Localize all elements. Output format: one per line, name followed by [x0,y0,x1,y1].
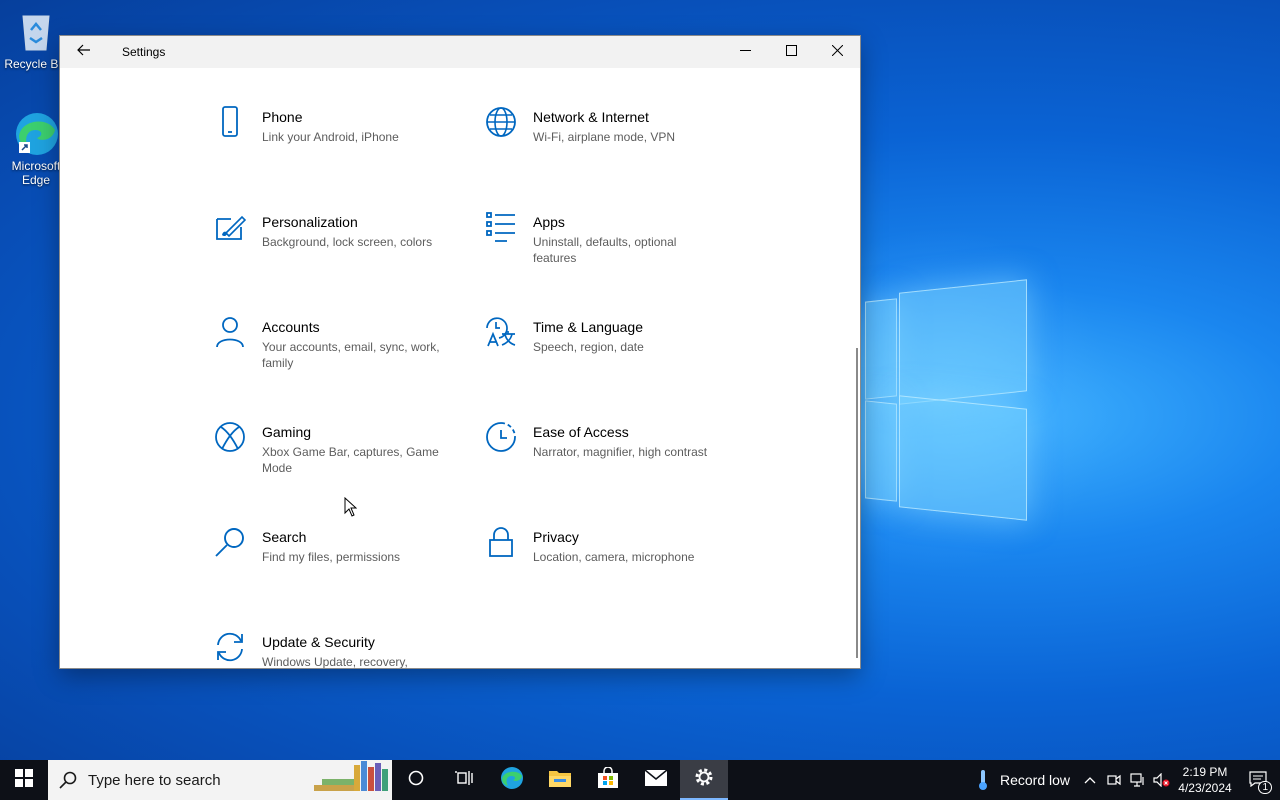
taskbar: Type here to search Record low 2:19 PM 4… [0,760,1280,800]
action-center-button[interactable]: 1 [1236,760,1280,800]
tile-gaming[interactable]: Gaming Xbox Game Bar, captures, Game Mod… [212,421,452,511]
tile-desc: Location, camera, microphone [533,550,695,564]
cortana-button[interactable] [392,760,440,800]
settings-window: Settings Phone Link your Android, iPhone [60,36,860,668]
edge-icon [500,766,524,795]
windows-start-icon [15,768,33,792]
system-tray: Record low 2:19 PM 4/23/2024 1 [968,760,1280,800]
phone-icon [212,106,248,142]
recycle-bin-icon [13,8,59,54]
close-button[interactable] [814,36,860,68]
tile-desc: Uninstall, defaults, optional features [533,235,677,265]
taskbar-mail[interactable] [632,760,680,800]
lock-icon [483,526,519,562]
xbox-icon [212,421,248,457]
tile-name: Phone [262,109,303,125]
tile-desc: Find my files, permissions [262,550,401,564]
tile-desc: Background, lock screen, colors [262,235,433,249]
tile-desc: Narrator, magnifier, high contrast [533,445,708,459]
edge-icon [13,110,59,156]
folder-icon [548,768,572,793]
window-title: Settings [122,45,166,59]
task-view-icon [455,770,473,791]
tile-personalization[interactable]: Personalization Background, lock screen,… [212,211,452,301]
tile-update-security[interactable]: Update & Security Windows Update, recove… [212,631,452,668]
task-view-button[interactable] [440,760,488,800]
minimize-icon [739,43,751,61]
taskbar-settings[interactable] [680,760,728,800]
volume-muted-icon[interactable] [1150,760,1174,800]
apps-list-icon [483,211,519,247]
tile-desc: Wi-Fi, airplane mode, VPN [533,130,676,144]
time-language-icon [483,316,519,352]
maximize-button[interactable] [768,36,814,68]
tile-privacy[interactable]: Privacy Location, camera, microphone [483,526,723,616]
clock-date: 4/23/2024 [1178,781,1232,795]
tile-name: Personalization [262,214,358,230]
tile-desc: Your accounts, email, sync, work, family [262,340,440,370]
tile-name: Gaming [262,424,312,440]
tile-name: Apps [533,214,565,230]
settings-content: Phone Link your Android, iPhone Network … [60,68,860,668]
person-icon [212,316,248,352]
gear-icon [693,766,715,793]
sync-icon [212,631,248,667]
books-decoration-icon [314,759,390,798]
tile-network-internet[interactable]: Network & Internet Wi-Fi, airplane mode,… [483,106,723,196]
clock[interactable]: 2:19 PM 4/23/2024 [1174,760,1236,800]
search-placeholder: Type here to search [88,771,221,789]
mail-icon [644,768,668,792]
title-bar: Settings [60,36,860,68]
cortana-circle-icon [408,770,424,791]
chevron-up-icon[interactable] [1078,760,1102,800]
mouse-cursor-icon [344,496,358,522]
tile-ease-of-access[interactable]: Ease of Access Narrator, magnifier, high… [483,421,723,511]
tile-phone[interactable]: Phone Link your Android, iPhone [212,106,452,196]
store-bag-icon [596,765,620,794]
tile-desc: Xbox Game Bar, captures, Game Mode [262,445,439,475]
weather-thermometer-icon[interactable] [968,760,998,800]
taskbar-search-box[interactable]: Type here to search [48,760,392,800]
network-icon[interactable] [1126,760,1150,800]
taskbar-edge[interactable] [488,760,536,800]
arrow-left-icon [77,43,91,61]
close-icon [831,43,843,61]
tile-name: Time & Language [533,319,643,335]
tile-name: Accounts [262,319,320,335]
search-icon [48,771,88,789]
tile-name: Update & Security [262,634,375,650]
tile-desc: Link your Android, iPhone [262,130,399,144]
weather-text[interactable]: Record low [998,760,1078,800]
clock-time: 2:19 PM [1182,765,1228,779]
ease-of-access-icon [483,421,519,457]
tile-desc: Speech, region, date [533,340,644,354]
windows-logo-wallpaper [855,278,1035,528]
tile-search[interactable]: Search Find my files, permissions [212,526,452,616]
tile-name: Ease of Access [533,424,629,440]
vertical-scrollbar[interactable] [856,348,858,658]
tile-accounts[interactable]: Accounts Your accounts, email, sync, wor… [212,316,452,406]
maximize-icon [785,43,797,61]
back-button[interactable] [60,36,108,68]
tile-time-language[interactable]: Time & Language Speech, region, date [483,316,723,406]
search-icon [212,526,248,562]
paint-icon [212,211,248,247]
tile-name: Privacy [533,529,579,545]
tile-apps[interactable]: Apps Uninstall, defaults, optional featu… [483,211,723,301]
tile-desc: Windows Update, recovery, [262,655,408,668]
start-button[interactable] [0,760,48,800]
minimize-button[interactable] [722,36,768,68]
notification-count-badge: 1 [1258,781,1272,794]
taskbar-store[interactable] [584,760,632,800]
taskbar-file-explorer[interactable] [536,760,584,800]
tile-name: Network & Internet [533,109,649,125]
tile-name: Search [262,529,307,545]
meet-now-icon[interactable] [1102,760,1126,800]
globe-icon [483,106,519,142]
